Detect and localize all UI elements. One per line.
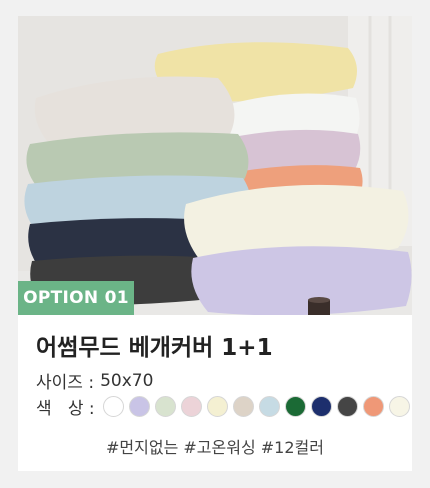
- color-swatch[interactable]: [180, 396, 202, 417]
- pillow-stack-photo: [18, 16, 412, 315]
- color-row: 색 상 :: [36, 394, 410, 419]
- option-badge: OPTION 01: [18, 281, 134, 315]
- color-swatch[interactable]: [206, 396, 228, 417]
- color-label: 색 상 :: [36, 399, 95, 419]
- color-swatch-list: [102, 396, 410, 417]
- color-swatch[interactable]: [232, 396, 254, 417]
- product-title[interactable]: 어썸무드 베개커버 1+1: [36, 328, 273, 362]
- product-photo: OPTION 01: [18, 16, 412, 315]
- color-swatch[interactable]: [284, 396, 306, 417]
- size-value: 50x70: [100, 370, 154, 391]
- product-card[interactable]: OPTION 01 어썸무드 베개커버 1+1 사이즈 : 50x70 색 상 …: [18, 16, 412, 471]
- hashtags: #먼지없는 #고온워싱 #12컬러: [106, 438, 324, 457]
- pillow-lavender: [191, 246, 412, 315]
- color-swatch[interactable]: [362, 396, 384, 417]
- color-swatch[interactable]: [388, 396, 410, 417]
- color-swatch[interactable]: [154, 396, 176, 417]
- color-swatch[interactable]: [310, 396, 332, 417]
- size-label: 사이즈 :: [36, 373, 95, 393]
- size-row: 사이즈 : 50x70: [36, 368, 154, 394]
- color-swatch[interactable]: [128, 396, 150, 417]
- color-swatch[interactable]: [102, 396, 124, 417]
- color-swatch[interactable]: [336, 396, 358, 417]
- color-swatch[interactable]: [258, 396, 280, 417]
